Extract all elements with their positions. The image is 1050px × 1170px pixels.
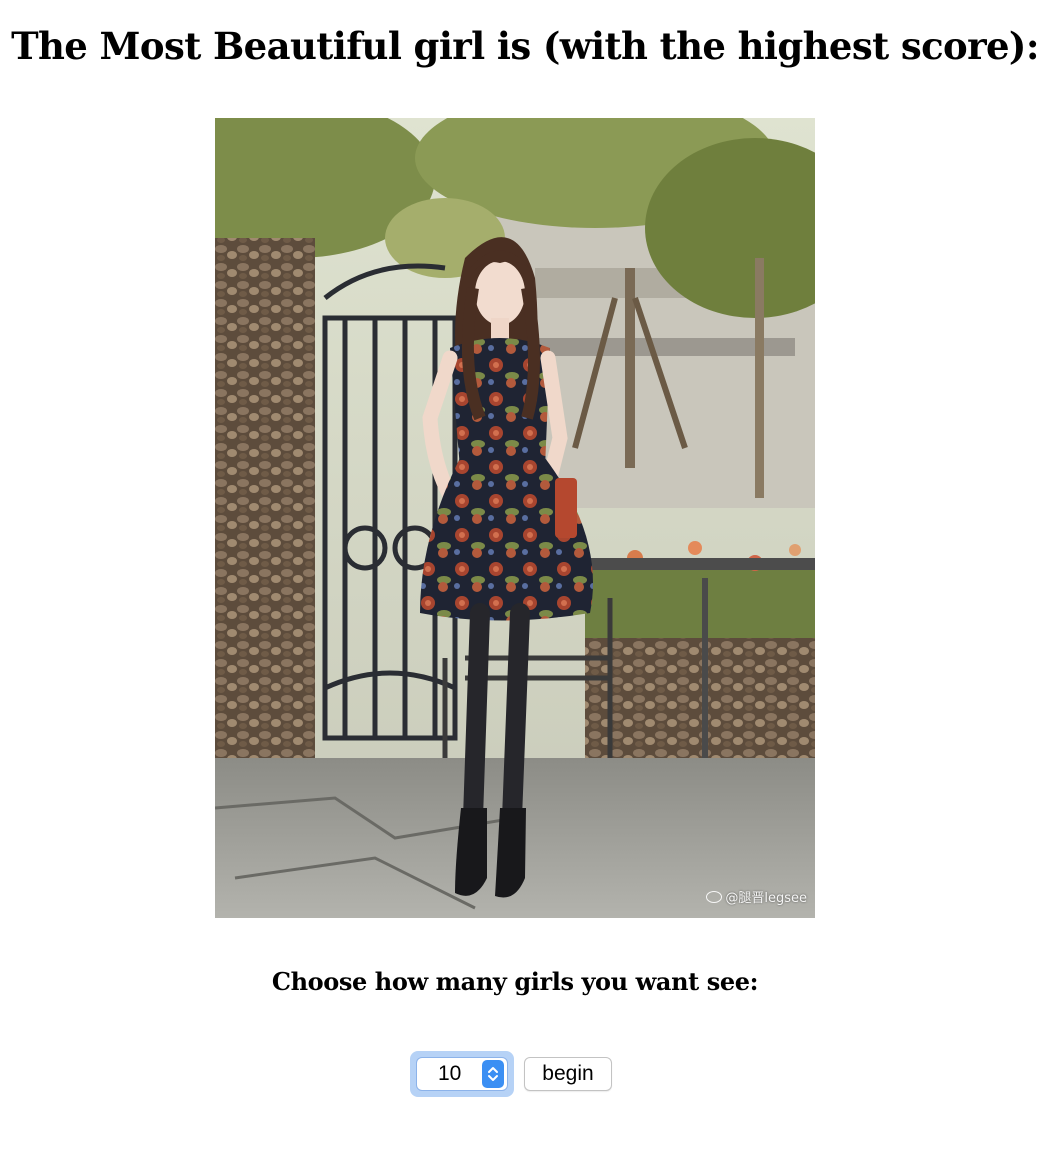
weibo-logo-icon: [706, 890, 723, 903]
girl-photo-illustration: [215, 118, 815, 918]
count-controls: 10 begin: [410, 1051, 612, 1097]
watermark-text: @腿晋legsee: [725, 891, 807, 906]
girl-count-select-value: 10: [438, 1062, 462, 1085]
count-select-focus-ring: 10: [410, 1051, 514, 1097]
girl-count-select[interactable]: 10: [416, 1057, 508, 1091]
girl-photo: @腿晋legsee: [215, 118, 815, 918]
up-down-chevron-icon: [482, 1060, 504, 1088]
begin-button[interactable]: begin: [524, 1057, 612, 1091]
photo-watermark: @腿晋legsee: [706, 887, 807, 906]
page-title: The Most Beautiful girl is (with the hig…: [11, 24, 1039, 68]
choose-count-label: Choose how many girls you want see:: [271, 967, 759, 996]
